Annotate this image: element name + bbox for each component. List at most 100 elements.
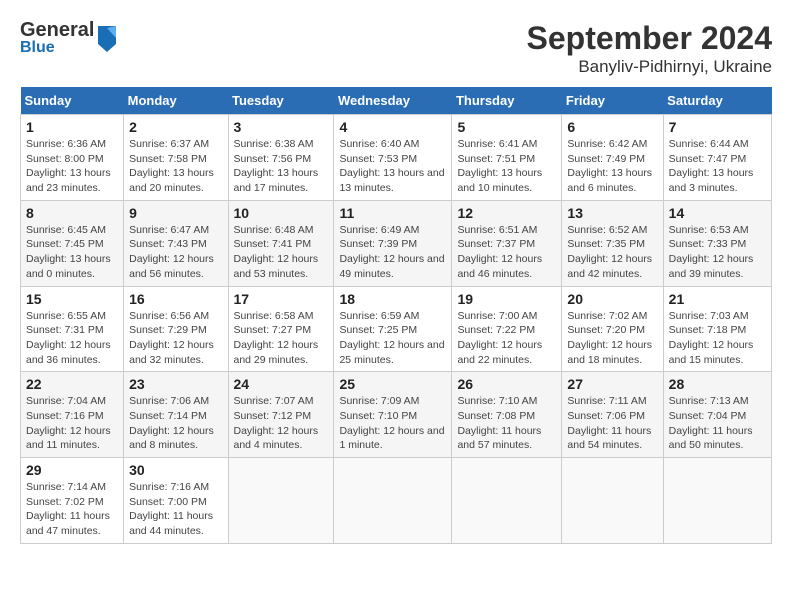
table-row: 7 Sunrise: 6:44 AMSunset: 7:47 PMDayligh… — [663, 115, 771, 201]
day-info: Sunrise: 6:42 AMSunset: 7:49 PMDaylight:… — [567, 138, 652, 194]
calendar-week-row: 8 Sunrise: 6:45 AMSunset: 7:45 PMDayligh… — [21, 200, 772, 286]
table-row: 14 Sunrise: 6:53 AMSunset: 7:33 PMDaylig… — [663, 200, 771, 286]
calendar-table: Sunday Monday Tuesday Wednesday Thursday… — [20, 87, 772, 544]
table-row: 24 Sunrise: 7:07 AMSunset: 7:12 PMDaylig… — [228, 372, 334, 458]
table-row — [562, 458, 663, 544]
table-row: 28 Sunrise: 7:13 AMSunset: 7:04 PMDaylig… — [663, 372, 771, 458]
day-info: Sunrise: 6:41 AMSunset: 7:51 PMDaylight:… — [457, 138, 542, 194]
col-thursday: Thursday — [452, 87, 562, 115]
day-info: Sunrise: 6:58 AMSunset: 7:27 PMDaylight:… — [234, 310, 319, 366]
day-info: Sunrise: 7:14 AMSunset: 7:02 PMDaylight:… — [26, 481, 110, 537]
day-number: 19 — [457, 291, 556, 307]
col-friday: Friday — [562, 87, 663, 115]
table-row: 13 Sunrise: 6:52 AMSunset: 7:35 PMDaylig… — [562, 200, 663, 286]
table-row: 6 Sunrise: 6:42 AMSunset: 7:49 PMDayligh… — [562, 115, 663, 201]
day-number: 21 — [669, 291, 766, 307]
day-number: 5 — [457, 119, 556, 135]
table-row — [452, 458, 562, 544]
col-sunday: Sunday — [21, 87, 124, 115]
day-info: Sunrise: 7:10 AMSunset: 7:08 PMDaylight:… — [457, 395, 541, 451]
table-row: 22 Sunrise: 7:04 AMSunset: 7:16 PMDaylig… — [21, 372, 124, 458]
table-row — [228, 458, 334, 544]
table-row: 21 Sunrise: 7:03 AMSunset: 7:18 PMDaylig… — [663, 286, 771, 372]
table-row — [663, 458, 771, 544]
table-row: 5 Sunrise: 6:41 AMSunset: 7:51 PMDayligh… — [452, 115, 562, 201]
day-number: 12 — [457, 205, 556, 221]
table-row: 20 Sunrise: 7:02 AMSunset: 7:20 PMDaylig… — [562, 286, 663, 372]
table-row: 15 Sunrise: 6:55 AMSunset: 7:31 PMDaylig… — [21, 286, 124, 372]
day-number: 17 — [234, 291, 329, 307]
table-row — [334, 458, 452, 544]
table-row: 18 Sunrise: 6:59 AMSunset: 7:25 PMDaylig… — [334, 286, 452, 372]
table-row: 27 Sunrise: 7:11 AMSunset: 7:06 PMDaylig… — [562, 372, 663, 458]
table-row: 2 Sunrise: 6:37 AMSunset: 7:58 PMDayligh… — [124, 115, 228, 201]
day-number: 18 — [339, 291, 446, 307]
col-saturday: Saturday — [663, 87, 771, 115]
table-row: 12 Sunrise: 6:51 AMSunset: 7:37 PMDaylig… — [452, 200, 562, 286]
day-info: Sunrise: 6:40 AMSunset: 7:53 PMDaylight:… — [339, 138, 444, 194]
day-number: 30 — [129, 462, 222, 478]
table-row: 17 Sunrise: 6:58 AMSunset: 7:27 PMDaylig… — [228, 286, 334, 372]
day-info: Sunrise: 6:53 AMSunset: 7:33 PMDaylight:… — [669, 224, 754, 280]
day-info: Sunrise: 6:49 AMSunset: 7:39 PMDaylight:… — [339, 224, 444, 280]
day-number: 27 — [567, 376, 657, 392]
day-number: 7 — [669, 119, 766, 135]
day-number: 6 — [567, 119, 657, 135]
day-number: 15 — [26, 291, 118, 307]
table-row: 16 Sunrise: 6:56 AMSunset: 7:29 PMDaylig… — [124, 286, 228, 372]
day-info: Sunrise: 7:06 AMSunset: 7:14 PMDaylight:… — [129, 395, 214, 451]
calendar-week-row: 29 Sunrise: 7:14 AMSunset: 7:02 PMDaylig… — [21, 458, 772, 544]
logo: General Blue — [20, 20, 118, 56]
day-info: Sunrise: 6:38 AMSunset: 7:56 PMDaylight:… — [234, 138, 319, 194]
day-number: 16 — [129, 291, 222, 307]
calendar-week-row: 15 Sunrise: 6:55 AMSunset: 7:31 PMDaylig… — [21, 286, 772, 372]
calendar-week-row: 22 Sunrise: 7:04 AMSunset: 7:16 PMDaylig… — [21, 372, 772, 458]
table-row: 3 Sunrise: 6:38 AMSunset: 7:56 PMDayligh… — [228, 115, 334, 201]
day-info: Sunrise: 7:03 AMSunset: 7:18 PMDaylight:… — [669, 310, 754, 366]
day-number: 8 — [26, 205, 118, 221]
day-number: 3 — [234, 119, 329, 135]
page-header: General Blue September 2024 Banyliv-Pidh… — [20, 20, 772, 77]
day-info: Sunrise: 6:48 AMSunset: 7:41 PMDaylight:… — [234, 224, 319, 280]
day-info: Sunrise: 7:00 AMSunset: 7:22 PMDaylight:… — [457, 310, 542, 366]
day-number: 24 — [234, 376, 329, 392]
day-number: 1 — [26, 119, 118, 135]
title-block: September 2024 Banyliv-Pidhirnyi, Ukrain… — [527, 20, 772, 77]
day-info: Sunrise: 7:02 AMSunset: 7:20 PMDaylight:… — [567, 310, 652, 366]
day-info: Sunrise: 7:13 AMSunset: 7:04 PMDaylight:… — [669, 395, 753, 451]
calendar-header-row: Sunday Monday Tuesday Wednesday Thursday… — [21, 87, 772, 115]
day-info: Sunrise: 6:36 AMSunset: 8:00 PMDaylight:… — [26, 138, 111, 194]
day-info: Sunrise: 6:47 AMSunset: 7:43 PMDaylight:… — [129, 224, 214, 280]
table-row: 26 Sunrise: 7:10 AMSunset: 7:08 PMDaylig… — [452, 372, 562, 458]
col-tuesday: Tuesday — [228, 87, 334, 115]
day-number: 29 — [26, 462, 118, 478]
day-info: Sunrise: 6:51 AMSunset: 7:37 PMDaylight:… — [457, 224, 542, 280]
table-row: 10 Sunrise: 6:48 AMSunset: 7:41 PMDaylig… — [228, 200, 334, 286]
table-row: 4 Sunrise: 6:40 AMSunset: 7:53 PMDayligh… — [334, 115, 452, 201]
table-row: 11 Sunrise: 6:49 AMSunset: 7:39 PMDaylig… — [334, 200, 452, 286]
table-row: 1 Sunrise: 6:36 AMSunset: 8:00 PMDayligh… — [21, 115, 124, 201]
day-number: 10 — [234, 205, 329, 221]
day-info: Sunrise: 6:55 AMSunset: 7:31 PMDaylight:… — [26, 310, 111, 366]
day-number: 14 — [669, 205, 766, 221]
day-number: 26 — [457, 376, 556, 392]
day-number: 9 — [129, 205, 222, 221]
day-number: 4 — [339, 119, 446, 135]
table-row: 25 Sunrise: 7:09 AMSunset: 7:10 PMDaylig… — [334, 372, 452, 458]
day-number: 11 — [339, 205, 446, 221]
day-number: 2 — [129, 119, 222, 135]
day-info: Sunrise: 6:37 AMSunset: 7:58 PMDaylight:… — [129, 138, 214, 194]
table-row: 29 Sunrise: 7:14 AMSunset: 7:02 PMDaylig… — [21, 458, 124, 544]
day-info: Sunrise: 7:04 AMSunset: 7:16 PMDaylight:… — [26, 395, 111, 451]
day-number: 20 — [567, 291, 657, 307]
day-number: 25 — [339, 376, 446, 392]
col-wednesday: Wednesday — [334, 87, 452, 115]
col-monday: Monday — [124, 87, 228, 115]
day-info: Sunrise: 6:52 AMSunset: 7:35 PMDaylight:… — [567, 224, 652, 280]
table-row: 8 Sunrise: 6:45 AMSunset: 7:45 PMDayligh… — [21, 200, 124, 286]
day-info: Sunrise: 6:44 AMSunset: 7:47 PMDaylight:… — [669, 138, 754, 194]
day-info: Sunrise: 7:16 AMSunset: 7:00 PMDaylight:… — [129, 481, 213, 537]
day-number: 22 — [26, 376, 118, 392]
page-title: September 2024 — [527, 20, 772, 57]
day-info: Sunrise: 7:09 AMSunset: 7:10 PMDaylight:… — [339, 395, 444, 451]
